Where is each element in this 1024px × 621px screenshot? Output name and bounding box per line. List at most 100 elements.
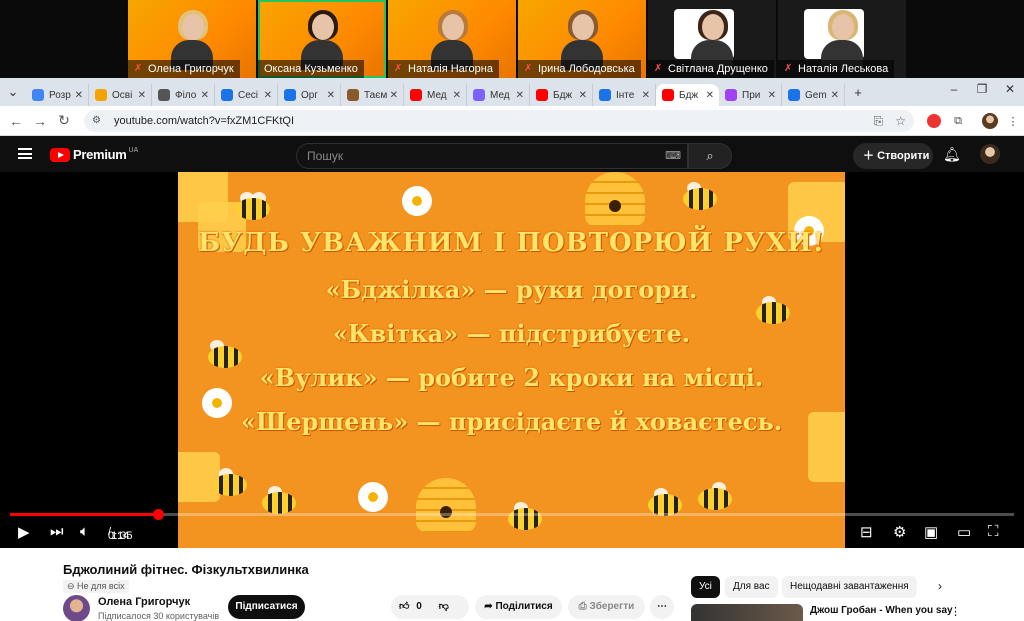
chip-for-you[interactable]: Для вас <box>725 576 778 598</box>
participant-tile[interactable]: ✗ Олена Григорчук <box>128 0 256 78</box>
participant-tile[interactable]: Оксана Кузьменко <box>258 0 386 78</box>
chip-recent-uploads[interactable]: Нещодавні завантаження <box>782 576 917 598</box>
bee-image <box>262 486 296 516</box>
browser-tab[interactable]: Сесі ✕ <box>215 84 278 106</box>
create-button[interactable]: ＋ Створити <box>853 143 933 169</box>
keyboard-icon[interactable]: ⌨ <box>665 144 681 168</box>
bookmark-star-icon[interactable]: ☆ <box>895 114 906 129</box>
new-tab-icon[interactable]: + <box>845 85 871 100</box>
forward-icon[interactable]: → <box>28 113 52 129</box>
browser-tab[interactable]: Мед ✕ <box>404 84 467 106</box>
close-window-icon[interactable]: ✕ <box>996 82 1024 96</box>
scrubber-handle[interactable] <box>152 509 164 520</box>
browser-menu-icon[interactable]: ⋮ <box>1003 111 1023 131</box>
tab-favicon-icon <box>536 89 548 101</box>
reload-icon[interactable]: ↻ <box>52 112 76 129</box>
restore-icon[interactable]: ❐ <box>968 82 996 96</box>
browser-tab[interactable]: Орг ✕ <box>278 84 341 106</box>
tab-close-icon[interactable]: ✕ <box>706 90 714 101</box>
window-controls: – ❐ ✕ <box>940 82 1024 96</box>
video-frame: БУДЬ УВАЖНИМ І ПОВТОРЮЙ РУХИ! «Бджілка» … <box>178 172 845 548</box>
save-icon: ⎙ <box>578 601 590 612</box>
tab-close-icon[interactable]: ✕ <box>516 90 524 101</box>
youtube-logo[interactable]: Premium UA <box>50 147 138 162</box>
tab-close-icon[interactable]: ✕ <box>264 90 272 101</box>
tab-close-icon[interactable]: ✕ <box>201 90 209 101</box>
browser-tab[interactable]: Філо ✕ <box>152 84 215 106</box>
tab-close-icon[interactable]: ✕ <box>768 90 776 101</box>
browser-tab[interactable]: Бдж ✕ <box>530 84 593 106</box>
youtube-page: Premium UA Пошук ⌨ ⌕ ＋ Створити 🔔︎ БУДЬ … <box>0 136 1024 621</box>
install-app-icon[interactable]: ⎘ <box>874 114 884 129</box>
tab-close-icon[interactable]: ✕ <box>453 90 461 101</box>
next-icon[interactable]: ⏭ <box>50 523 64 540</box>
recommended-thumbnail[interactable] <box>691 604 803 621</box>
tab-favicon-icon <box>599 89 611 101</box>
chip-all[interactable]: Усі <box>691 576 720 598</box>
channel-name[interactable]: Олена Григорчук <box>98 596 190 608</box>
tab-close-icon[interactable]: ✕ <box>390 90 398 101</box>
tab-close-icon[interactable]: ✕ <box>642 90 650 101</box>
tab-close-icon[interactable]: ✕ <box>75 90 83 101</box>
participant-tile[interactable]: ✗ Ірина Лободовська <box>518 0 646 78</box>
fullscreen-icon[interactable]: ⛶ <box>988 523 999 540</box>
tab-close-icon[interactable]: ✕ <box>327 90 335 101</box>
tab-close-icon[interactable]: ✕ <box>831 90 839 101</box>
logo-text: Premium <box>73 147 127 162</box>
browser-window: ⌄ Розр ✕ Осві ✕ Філо ✕ Сесі ✕ Орг ✕ Таєм ✕ Мед ✕ Мед ✕ Б… <box>0 78 1024 621</box>
menu-icon[interactable] <box>18 148 32 159</box>
miniplayer-icon[interactable]: ▣ <box>924 523 938 541</box>
volume-icon[interactable]: 🔈︎ <box>80 523 89 540</box>
time-display: 0:14 / 1:35 <box>108 526 133 542</box>
participant-tile[interactable]: ✗ Наталія Леськова <box>778 0 906 78</box>
participant-tile[interactable]: ✗ Наталія Нагорна <box>388 0 516 78</box>
site-info-icon[interactable]: ⚙ <box>92 115 104 127</box>
minimize-icon[interactable]: – <box>940 82 968 96</box>
profile-avatar-icon[interactable] <box>980 111 1000 131</box>
channel-avatar[interactable] <box>63 595 90 621</box>
browser-tab[interactable]: Бдж ✕ <box>656 84 719 106</box>
notifications-bell-icon[interactable]: 🔔︎ <box>943 146 961 163</box>
adblock-extension-icon[interactable] <box>924 111 944 131</box>
share-button[interactable]: ➦ Поділитися <box>475 595 562 619</box>
account-avatar[interactable] <box>980 144 1000 164</box>
subtitles-icon[interactable]: ⊟ <box>860 523 873 541</box>
browser-tab[interactable]: Інте ✕ <box>593 84 656 106</box>
tab-favicon-icon <box>788 89 800 101</box>
tab-label: Бдж <box>679 89 699 101</box>
search-input[interactable]: Пошук ⌨ <box>296 143 688 169</box>
slide-text: БУДЬ УВАЖНИМ І ПОВТОРЮЙ РУХИ! «Бджілка» … <box>178 228 845 436</box>
recommended-title[interactable]: Джош Гробан - When you say <box>810 605 953 616</box>
back-icon[interactable]: ← <box>4 113 28 129</box>
browser-tab[interactable]: Осві ✕ <box>89 84 152 106</box>
settings-gear-icon[interactable]: ⚙ <box>893 523 906 541</box>
bee-image <box>213 468 247 498</box>
browser-tab[interactable]: Таєм ✕ <box>341 84 404 106</box>
play-icon[interactable]: ▶ <box>18 523 30 541</box>
url-field[interactable]: ⚙ youtube.com/watch?v=fxZM1CFKtQI ⎘ ☆ <box>84 110 914 132</box>
tab-label: Таєм <box>364 89 388 101</box>
tab-favicon-icon <box>662 89 674 101</box>
browser-tab[interactable]: Gem ✕ <box>782 84 845 106</box>
flower-image <box>402 186 432 216</box>
chips-next-icon[interactable]: › <box>938 579 942 593</box>
more-actions-icon[interactable]: ⋯ <box>650 595 674 619</box>
search-button[interactable]: ⌕ <box>688 143 732 169</box>
browser-tab[interactable]: Мед ✕ <box>467 84 530 106</box>
theater-mode-icon[interactable]: ▭ <box>957 523 971 541</box>
tab-close-icon[interactable]: ✕ <box>579 90 587 101</box>
video-player[interactable]: БУДЬ УВАЖНИМ І ПОВТОРЮЙ РУХИ! «Бджілка» … <box>0 172 1024 548</box>
subscribe-button[interactable]: Підписатися <box>228 595 305 619</box>
browser-tab[interactable]: При ✕ <box>719 84 782 106</box>
tab-search-icon[interactable]: ⌄ <box>0 84 26 100</box>
tab-close-icon[interactable]: ✕ <box>138 90 146 101</box>
country-code: UA <box>128 147 139 154</box>
participant-tile[interactable]: ✗ Світлана Друщенко <box>648 0 776 78</box>
recommended-more-icon[interactable]: ⋮ <box>950 605 961 618</box>
progress-bar[interactable] <box>10 509 1014 520</box>
save-button[interactable]: ⎙ Зберегти <box>568 595 645 619</box>
browser-tab[interactable]: Розр ✕ <box>26 84 89 106</box>
like-icon[interactable]: 👍︎ <box>399 601 409 612</box>
extensions-puzzle-icon[interactable]: ⧉ <box>948 111 968 131</box>
dislike-icon[interactable]: 👎︎ <box>439 601 449 612</box>
